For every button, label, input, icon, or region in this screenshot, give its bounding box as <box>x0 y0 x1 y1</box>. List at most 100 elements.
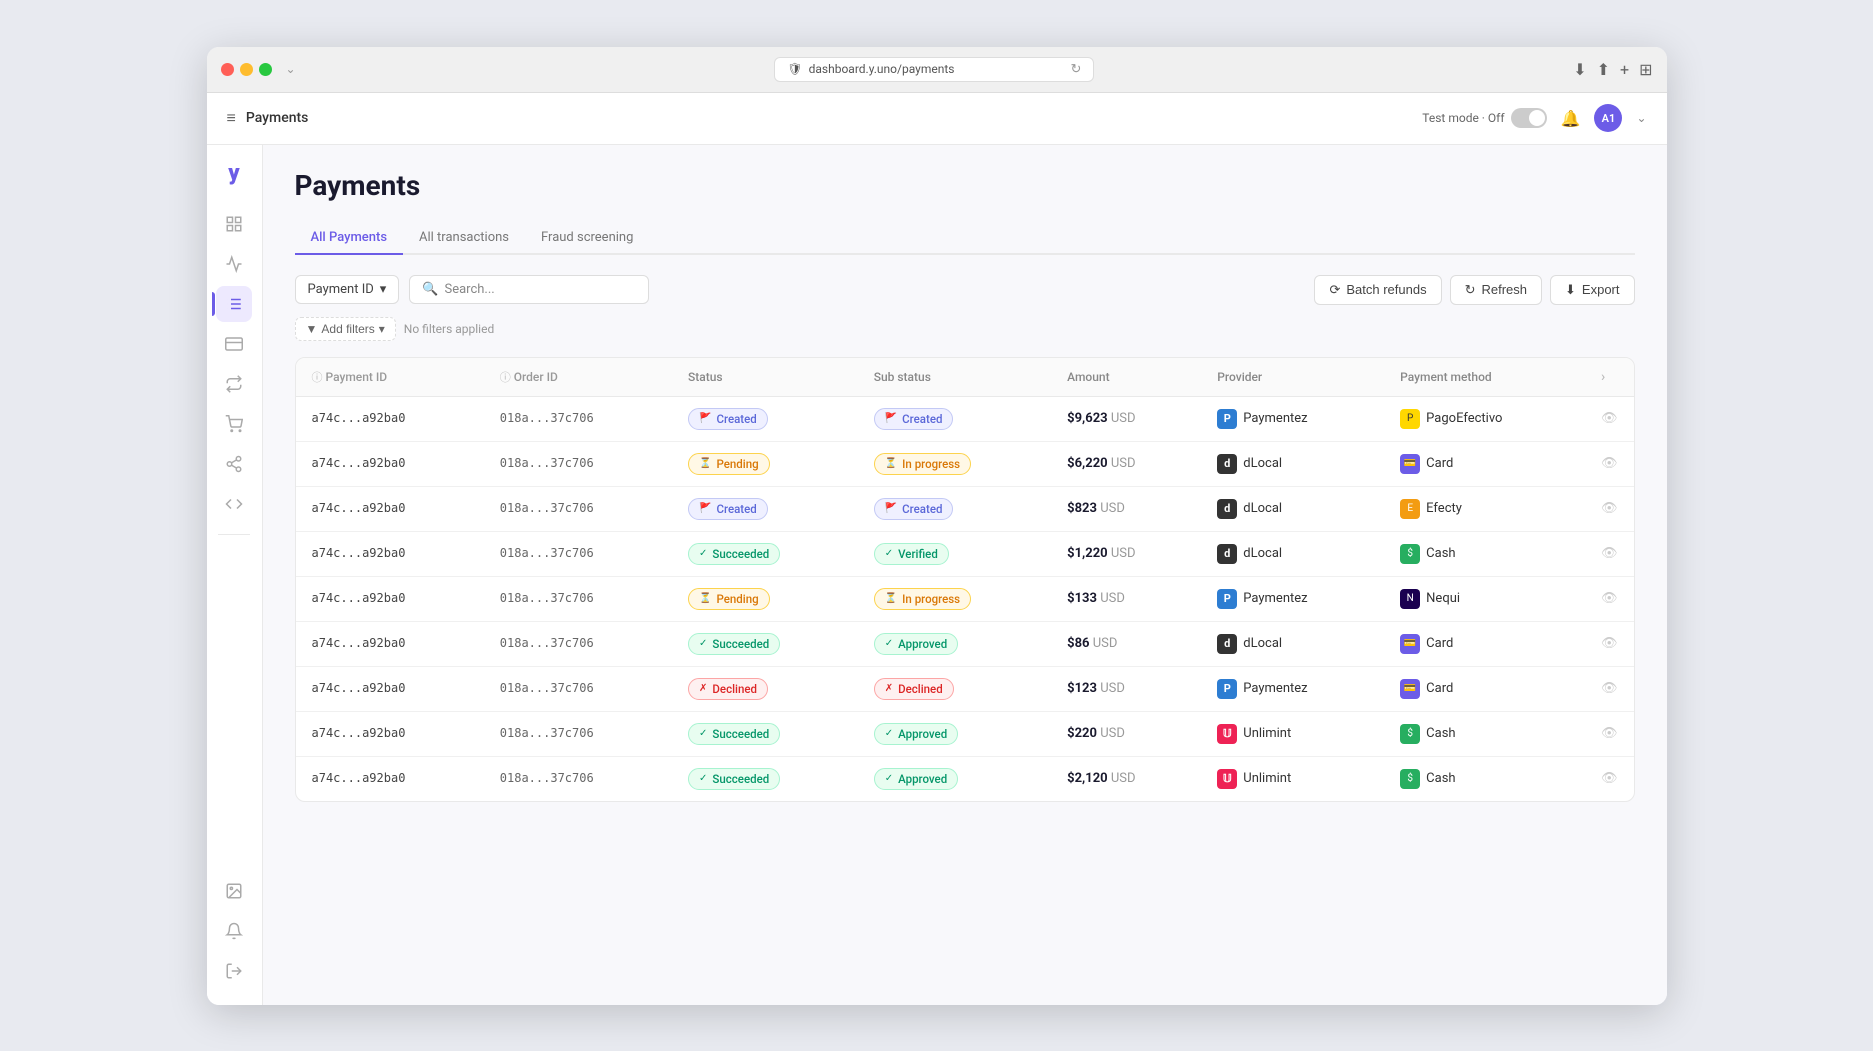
maximize-button[interactable] <box>259 63 272 76</box>
logo[interactable]: y <box>228 161 239 186</box>
new-tab-icon[interactable]: + <box>1620 60 1629 79</box>
close-button[interactable] <box>221 63 234 76</box>
sidebar-item-orders[interactable] <box>216 406 252 442</box>
cell-order-id: 018a...37c706 <box>484 486 672 531</box>
status-badge-icon: 🚩 <box>699 503 711 514</box>
status-badge-icon: 🚩 <box>699 413 711 424</box>
col-payment-id[interactable]: ⓘ Payment ID <box>296 358 484 397</box>
reload-icon[interactable]: ↻ <box>1070 62 1081 77</box>
avatar[interactable]: A1 <box>1594 104 1622 132</box>
pm-icon: P <box>1400 409 1420 429</box>
view-icon[interactable]: 👁 <box>1601 726 1618 741</box>
tab-all-payments[interactable]: All Payments <box>295 222 404 255</box>
shield-icon: 🛡 <box>787 62 802 76</box>
table-header-row: ⓘ Payment ID ⓘ Order ID Status Sub statu… <box>296 358 1634 397</box>
cell-provider: d dLocal <box>1201 486 1384 531</box>
sidebar-item-transfers[interactable] <box>216 366 252 402</box>
status-label: Succeeded <box>712 637 769 651</box>
view-icon[interactable]: 👁 <box>1601 681 1618 696</box>
tab-fraud-screening[interactable]: Fraud screening <box>525 222 649 255</box>
view-icon[interactable]: 👁 <box>1601 636 1618 651</box>
minimize-button[interactable] <box>240 63 253 76</box>
pm-icon: 💳 <box>1400 679 1420 699</box>
cell-eye[interactable]: 👁 <box>1585 666 1634 711</box>
view-icon[interactable]: 👁 <box>1601 456 1618 471</box>
cell-sub-status: ✓ Approved <box>858 711 1051 756</box>
status-badge-icon: ✓ <box>699 638 707 649</box>
view-icon[interactable]: 👁 <box>1601 411 1618 426</box>
view-icon[interactable]: 👁 <box>1601 591 1618 606</box>
nav-chevron-icon[interactable]: ⌄ <box>286 62 296 76</box>
col-payment-method[interactable]: Payment method <box>1384 358 1585 397</box>
search-icon: 🔍 <box>422 282 438 297</box>
cell-eye[interactable]: 👁 <box>1585 396 1634 441</box>
search-box[interactable]: 🔍 Search... <box>409 275 649 304</box>
share-icon[interactable]: ⬆ <box>1597 60 1610 79</box>
view-icon[interactable]: 👁 <box>1601 546 1618 561</box>
sidebar-item-cards[interactable] <box>216 326 252 362</box>
col-sub-status[interactable]: Sub status <box>858 358 1051 397</box>
col-amount[interactable]: Amount <box>1051 358 1201 397</box>
cell-eye[interactable]: 👁 <box>1585 756 1634 801</box>
table-row[interactable]: a74c...a92ba0 018a...37c706 ✓ Succeeded … <box>296 711 1634 756</box>
sidebar-item-logout[interactable] <box>216 953 252 989</box>
menu-icon[interactable]: ≡ <box>227 108 236 128</box>
table-row[interactable]: a74c...a92ba0 018a...37c706 ⏳ Pending ⏳ … <box>296 441 1634 486</box>
cell-eye[interactable]: 👁 <box>1585 531 1634 576</box>
toggle-switch[interactable] <box>1511 108 1547 128</box>
sidebar-item-payments[interactable] <box>216 286 252 322</box>
test-mode-toggle[interactable]: Test mode · Off <box>1422 108 1546 128</box>
provider-name: dLocal <box>1243 501 1282 516</box>
cell-status: ✓ Succeeded <box>672 756 858 801</box>
cell-eye[interactable]: 👁 <box>1585 711 1634 756</box>
cell-eye[interactable]: 👁 <box>1585 576 1634 621</box>
view-icon[interactable]: 👁 <box>1601 771 1618 786</box>
sub-status-label: Approved <box>898 727 947 741</box>
cell-amount: $133 USD <box>1051 576 1201 621</box>
pm-name: PagoEfectivo <box>1426 411 1502 426</box>
cell-eye[interactable]: 👁 <box>1585 486 1634 531</box>
sidebar-item-code[interactable] <box>216 486 252 522</box>
view-icon[interactable]: 👁 <box>1601 501 1618 516</box>
pm-icon: $ <box>1400 769 1420 789</box>
tab-all-transactions[interactable]: All transactions <box>403 222 525 255</box>
table-row[interactable]: a74c...a92ba0 018a...37c706 ⏳ Pending ⏳ … <box>296 576 1634 621</box>
add-filters-button[interactable]: ▼ Add filters ▾ <box>295 317 396 341</box>
table-row[interactable]: a74c...a92ba0 018a...37c706 ✓ Succeeded … <box>296 531 1634 576</box>
grid-icon[interactable]: ⊞ <box>1639 60 1652 79</box>
refresh-button[interactable]: ↻ Refresh <box>1450 275 1542 305</box>
cell-amount: $86 USD <box>1051 621 1201 666</box>
cell-payment-id: a74c...a92ba0 <box>296 621 484 666</box>
table-row[interactable]: a74c...a92ba0 018a...37c706 ✗ Declined ✗… <box>296 666 1634 711</box>
address-bar[interactable]: 🛡 dashboard.y.uno/payments ↻ <box>774 57 1094 82</box>
sidebar-item-media[interactable] <box>216 873 252 909</box>
toolbar: Payment ID ▾ 🔍 Search... ⟳ Batch refunds… <box>295 275 1635 305</box>
sidebar-item-analytics[interactable] <box>216 246 252 282</box>
cell-sub-status: ✓ Verified <box>858 531 1051 576</box>
browser-chrome: ⌄ 🛡 dashboard.y.uno/payments ↻ ⬇ ⬆ + ⊞ <box>207 47 1667 93</box>
table-row[interactable]: a74c...a92ba0 018a...37c706 🚩 Created 🚩 … <box>296 396 1634 441</box>
status-badge-icon: ⏳ <box>699 593 711 604</box>
notification-icon[interactable]: 🔔 <box>1561 109 1581 128</box>
cell-provider: d dLocal <box>1201 621 1384 666</box>
sidebar-item-notifications[interactable] <box>216 913 252 949</box>
cell-eye[interactable]: 👁 <box>1585 621 1634 666</box>
col-expand[interactable]: › <box>1585 358 1634 397</box>
table-row[interactable]: a74c...a92ba0 018a...37c706 ✓ Succeeded … <box>296 621 1634 666</box>
payment-id-filter[interactable]: Payment ID ▾ <box>295 275 400 304</box>
batch-refunds-button[interactable]: ⟳ Batch refunds <box>1314 275 1441 305</box>
expand-icon[interactable]: › <box>1601 369 1605 385</box>
provider-icon: P <box>1217 409 1237 429</box>
provider-icon: 𝕌 <box>1217 724 1237 744</box>
avatar-chevron-icon[interactable]: ⌄ <box>1636 111 1646 125</box>
download-icon[interactable]: ⬇ <box>1573 60 1586 79</box>
sidebar-item-share[interactable] <box>216 446 252 482</box>
col-status[interactable]: Status <box>672 358 858 397</box>
table-row[interactable]: a74c...a92ba0 018a...37c706 🚩 Created 🚩 … <box>296 486 1634 531</box>
cell-eye[interactable]: 👁 <box>1585 441 1634 486</box>
export-button[interactable]: ⬇ Export <box>1550 275 1634 305</box>
col-provider[interactable]: Provider <box>1201 358 1384 397</box>
sidebar-item-dashboard[interactable] <box>216 206 252 242</box>
col-order-id[interactable]: ⓘ Order ID <box>484 358 672 397</box>
table-row[interactable]: a74c...a92ba0 018a...37c706 ✓ Succeeded … <box>296 756 1634 801</box>
